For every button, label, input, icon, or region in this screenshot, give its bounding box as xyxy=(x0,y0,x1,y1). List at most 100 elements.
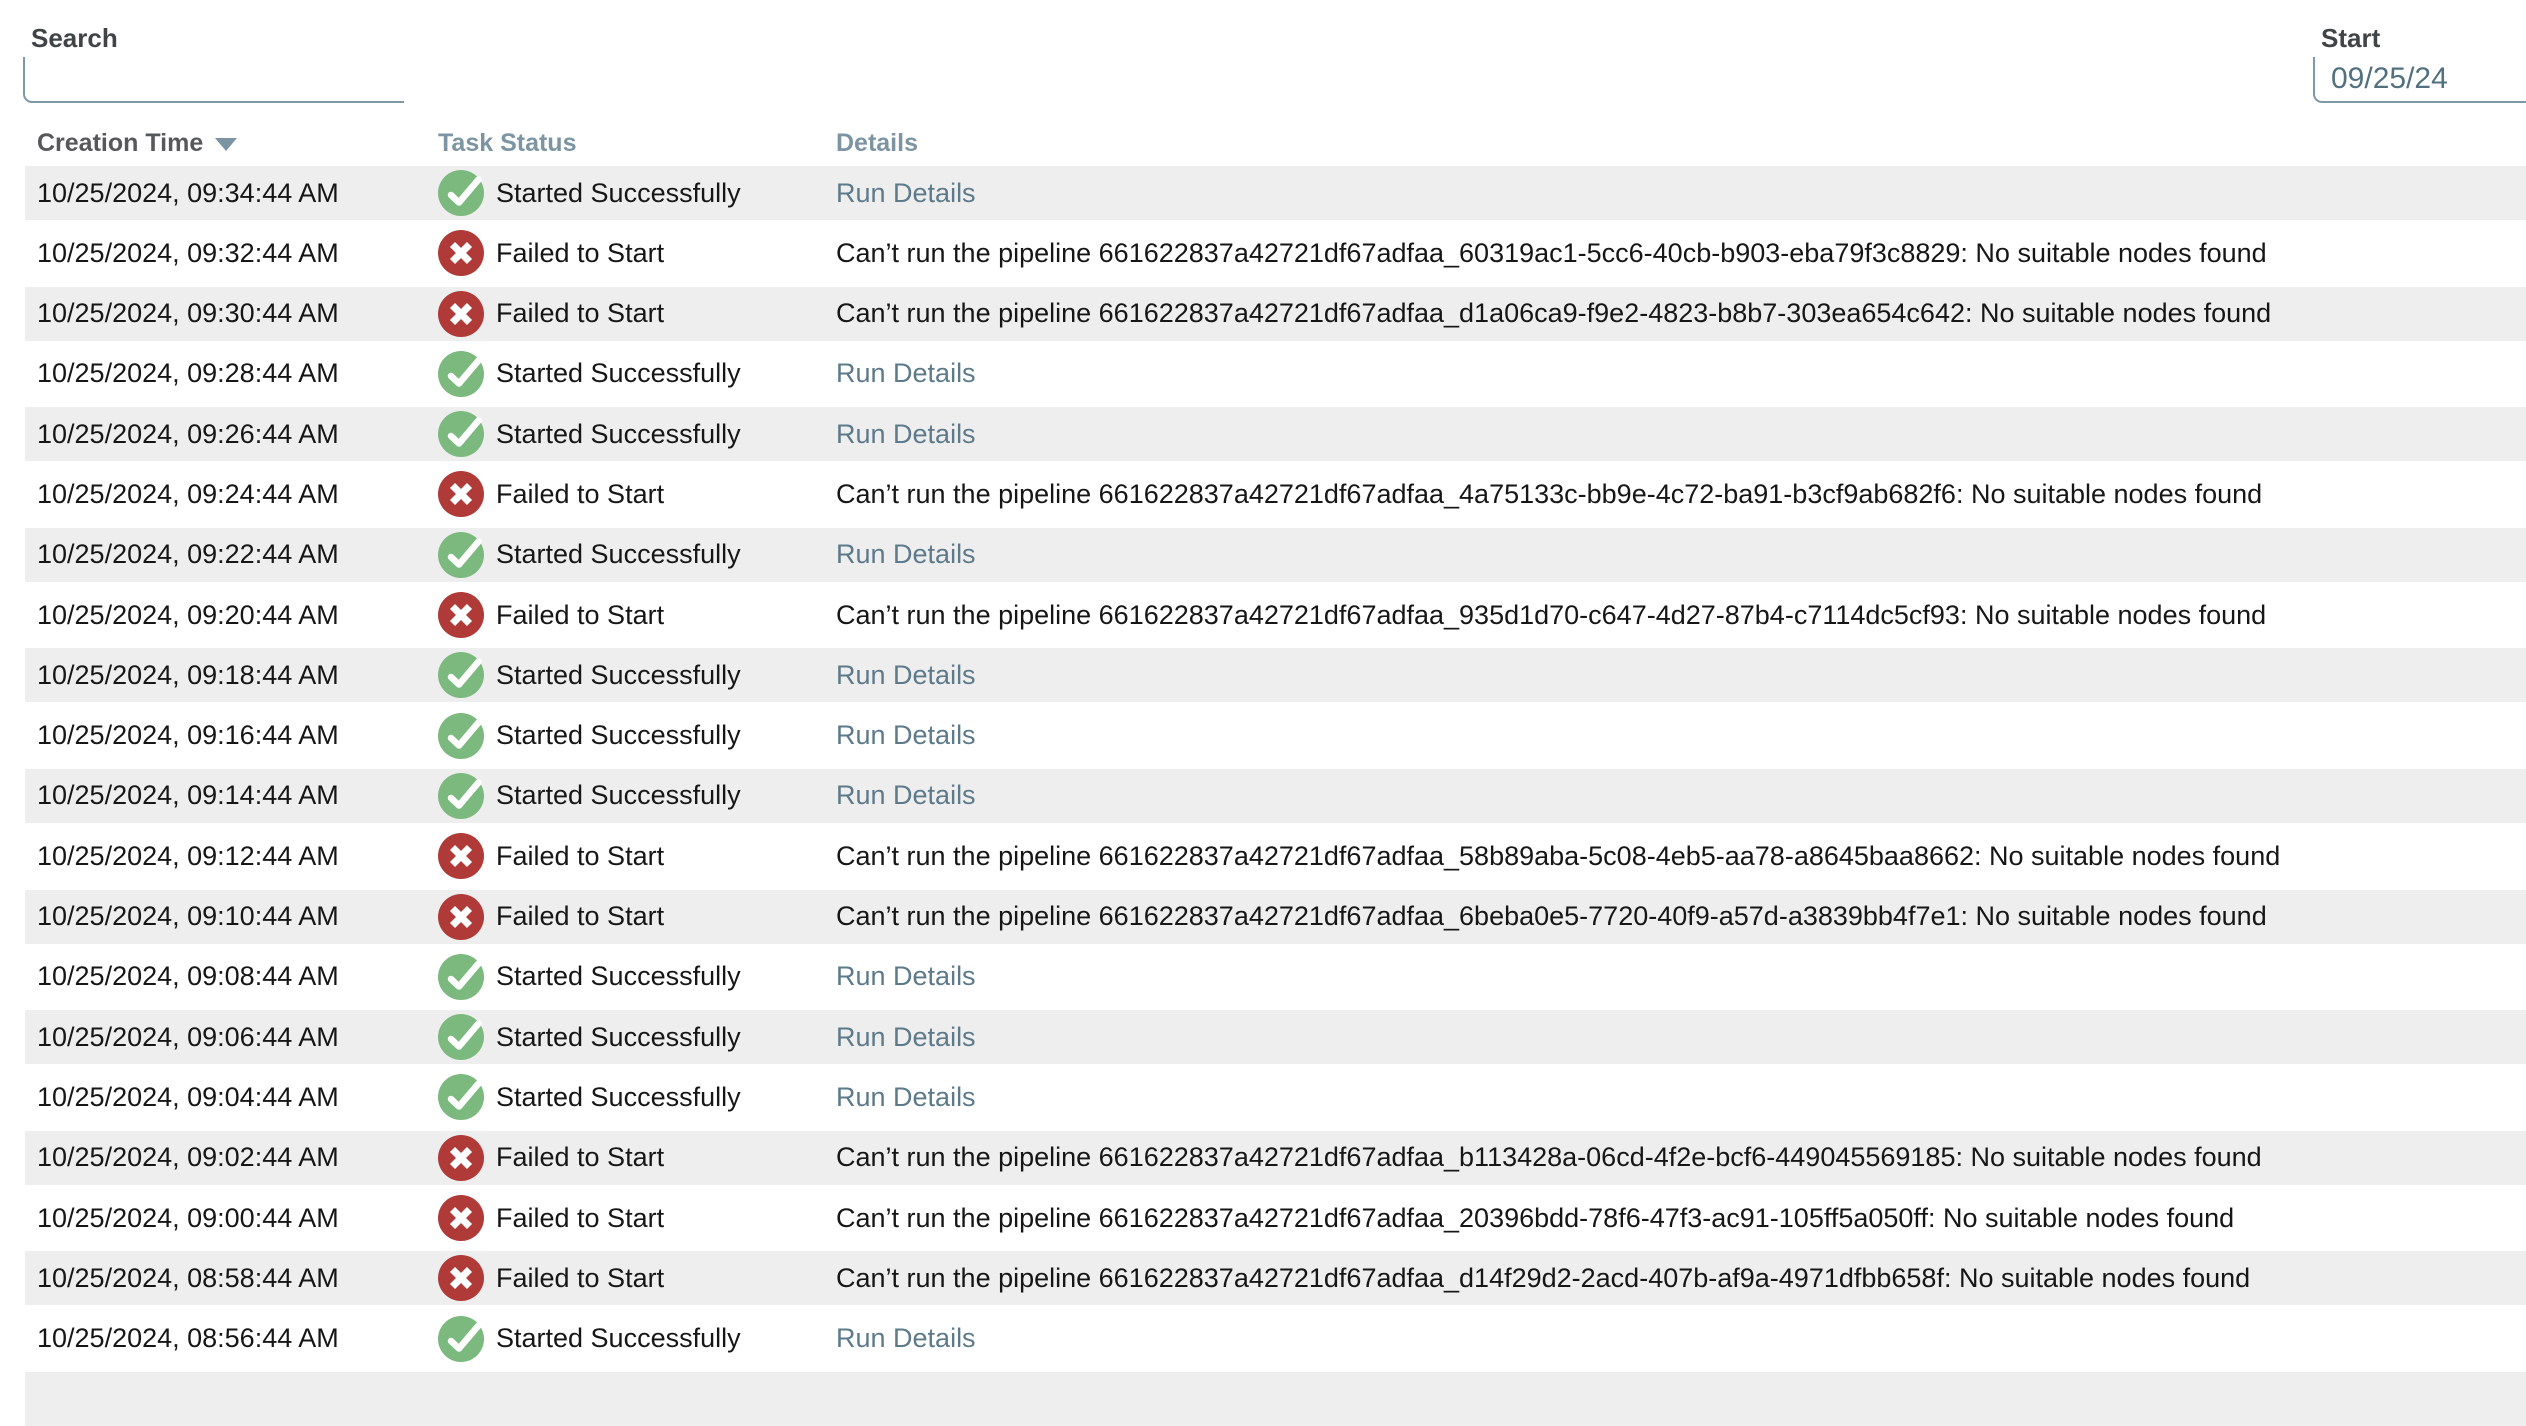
status-label: Failed to Start xyxy=(496,1263,664,1294)
run-details-link[interactable]: Run Details xyxy=(836,178,976,208)
run-details-link[interactable]: Run Details xyxy=(836,419,976,449)
success-icon xyxy=(438,1074,484,1120)
row-creation-time: 10/25/2024, 08:56:44 AM xyxy=(37,1323,438,1354)
failed-icon xyxy=(438,1195,484,1241)
table-row: 10/25/2024, 09:28:44 AM Started Successf… xyxy=(25,347,2526,401)
failed-icon xyxy=(438,230,484,276)
table-header-row: Creation Time Task Status Details xyxy=(25,120,2526,166)
status-label: Started Successfully xyxy=(496,1323,741,1354)
run-details-link[interactable]: Run Details xyxy=(836,961,976,991)
table-row: 10/25/2024, 09:04:44 AM Started Successf… xyxy=(25,1070,2526,1124)
row-task-status: Started Successfully xyxy=(438,773,836,819)
status-label: Failed to Start xyxy=(496,600,664,631)
table-row: 10/25/2024, 09:12:44 AM Failed to Start … xyxy=(25,829,2526,883)
row-details: Can’t run the pipeline 661622837a42721df… xyxy=(836,1142,2526,1173)
error-message: Can’t run the pipeline 661622837a42721df… xyxy=(836,1203,2234,1233)
row-task-status: Started Successfully xyxy=(438,954,836,1000)
row-task-status: Failed to Start xyxy=(438,230,836,276)
row-task-status: Started Successfully xyxy=(438,1316,836,1362)
row-creation-time: 10/25/2024, 09:12:44 AM xyxy=(37,841,438,872)
row-creation-time: 10/25/2024, 09:30:44 AM xyxy=(37,298,438,329)
success-icon xyxy=(438,411,484,457)
row-details: Can’t run the pipeline 661622837a42721df… xyxy=(836,479,2526,510)
row-details: Can’t run the pipeline 661622837a42721df… xyxy=(836,841,2526,872)
row-details: Run Details xyxy=(836,178,2526,209)
row-creation-time: 10/25/2024, 08:58:44 AM xyxy=(37,1263,438,1294)
success-icon xyxy=(438,170,484,216)
row-creation-time: 10/25/2024, 09:24:44 AM xyxy=(37,479,438,510)
row-task-status: Failed to Start xyxy=(438,1135,836,1181)
status-label: Started Successfully xyxy=(496,780,741,811)
run-details-link[interactable]: Run Details xyxy=(836,358,976,388)
status-label: Failed to Start xyxy=(496,238,664,269)
row-details: Run Details xyxy=(836,1082,2526,1113)
status-label: Started Successfully xyxy=(496,660,741,691)
row-details: Can’t run the pipeline 661622837a42721df… xyxy=(836,1203,2526,1234)
row-task-status: Failed to Start xyxy=(438,894,836,940)
start-date-field-group: Start xyxy=(2313,22,2526,103)
success-icon xyxy=(438,532,484,578)
row-task-status: Started Successfully xyxy=(438,411,836,457)
search-label: Search xyxy=(31,22,404,54)
row-task-status: Failed to Start xyxy=(438,592,836,638)
row-details: Can’t run the pipeline 661622837a42721df… xyxy=(836,298,2526,329)
failed-icon xyxy=(438,1135,484,1181)
table-row: 10/25/2024, 09:30:44 AM Failed to Start … xyxy=(25,287,2526,341)
table-row: 10/25/2024, 09:16:44 AM Started Successf… xyxy=(25,709,2526,763)
failed-icon xyxy=(438,1255,484,1301)
error-message: Can’t run the pipeline 661622837a42721df… xyxy=(836,1263,2250,1293)
error-message: Can’t run the pipeline 661622837a42721df… xyxy=(836,238,2267,268)
status-label: Started Successfully xyxy=(496,419,741,450)
row-creation-time: 10/25/2024, 09:20:44 AM xyxy=(37,600,438,631)
row-details: Run Details xyxy=(836,660,2526,691)
run-details-link[interactable]: Run Details xyxy=(836,1323,976,1353)
start-date-input[interactable] xyxy=(2313,57,2526,103)
task-runs-table: Creation Time Task Status Details 10/25/… xyxy=(25,120,2526,1366)
error-message: Can’t run the pipeline 661622837a42721df… xyxy=(836,901,2267,931)
table-body: 10/25/2024, 09:34:44 AM Started Successf… xyxy=(25,166,2526,1366)
success-icon xyxy=(438,351,484,397)
run-details-link[interactable]: Run Details xyxy=(836,720,976,750)
status-label: Started Successfully xyxy=(496,358,741,389)
status-label: Started Successfully xyxy=(496,961,741,992)
row-creation-time: 10/25/2024, 09:28:44 AM xyxy=(37,358,438,389)
run-details-link[interactable]: Run Details xyxy=(836,539,976,569)
error-message: Can’t run the pipeline 661622837a42721df… xyxy=(836,479,2262,509)
status-label: Started Successfully xyxy=(496,1082,741,1113)
run-details-link[interactable]: Run Details xyxy=(836,780,976,810)
table-row: 10/25/2024, 09:24:44 AM Failed to Start … xyxy=(25,467,2526,521)
filter-bar: Search Start xyxy=(0,0,2526,120)
error-message: Can’t run the pipeline 661622837a42721df… xyxy=(836,841,2280,871)
row-task-status: Started Successfully xyxy=(438,652,836,698)
row-creation-time: 10/25/2024, 09:26:44 AM xyxy=(37,419,438,450)
row-task-status: Started Successfully xyxy=(438,1014,836,1060)
success-icon xyxy=(438,1014,484,1060)
status-label: Started Successfully xyxy=(496,720,741,751)
sort-desc-icon xyxy=(215,138,237,151)
table-row: 10/25/2024, 08:58:44 AM Failed to Start … xyxy=(25,1251,2526,1305)
run-details-link[interactable]: Run Details xyxy=(836,660,976,690)
row-task-status: Started Successfully xyxy=(438,532,836,578)
run-details-link[interactable]: Run Details xyxy=(836,1022,976,1052)
table-row: 10/25/2024, 09:18:44 AM Started Successf… xyxy=(25,648,2526,702)
row-creation-time: 10/25/2024, 09:34:44 AM xyxy=(37,178,438,209)
table-row: 10/25/2024, 09:22:44 AM Started Successf… xyxy=(25,528,2526,582)
row-details: Can’t run the pipeline 661622837a42721df… xyxy=(836,1263,2526,1294)
row-task-status: Failed to Start xyxy=(438,1255,836,1301)
search-input[interactable] xyxy=(23,57,404,103)
row-creation-time: 10/25/2024, 09:04:44 AM xyxy=(37,1082,438,1113)
row-task-status: Failed to Start xyxy=(438,833,836,879)
table-row: 10/25/2024, 09:14:44 AM Started Successf… xyxy=(25,769,2526,823)
row-details: Run Details xyxy=(836,419,2526,450)
row-creation-time: 10/25/2024, 09:00:44 AM xyxy=(37,1203,438,1234)
row-details: Run Details xyxy=(836,358,2526,389)
row-task-status: Started Successfully xyxy=(438,170,836,216)
success-icon xyxy=(438,652,484,698)
success-icon xyxy=(438,773,484,819)
failed-icon xyxy=(438,291,484,337)
run-details-link[interactable]: Run Details xyxy=(836,1082,976,1112)
row-task-status: Started Successfully xyxy=(438,713,836,759)
search-field-group: Search xyxy=(23,22,404,103)
column-header-creation-time[interactable]: Creation Time xyxy=(37,129,438,158)
failed-icon xyxy=(438,833,484,879)
